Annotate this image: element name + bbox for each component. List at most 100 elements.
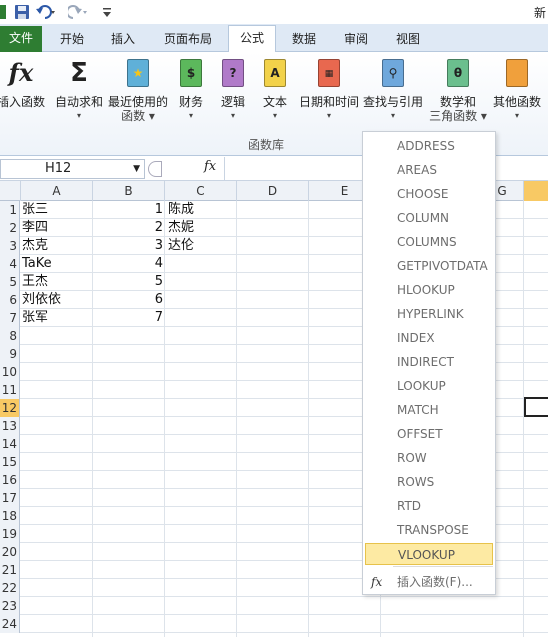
cell-b[interactable] bbox=[93, 579, 163, 597]
row-header[interactable]: 5 bbox=[0, 273, 20, 291]
row-header[interactable]: 20 bbox=[0, 543, 20, 561]
menu-item-columns[interactable]: COLUMNS bbox=[365, 231, 493, 253]
lookup-reference-button[interactable]: ⚲ 查找与引用 ▾ bbox=[362, 58, 424, 122]
active-cell-h12[interactable] bbox=[524, 397, 548, 417]
cell-a[interactable]: 王杰 bbox=[22, 273, 48, 291]
row-header[interactable]: 4 bbox=[0, 255, 20, 273]
cell-b[interactable] bbox=[93, 345, 163, 363]
menu-item-vlookup[interactable]: VLOOKUP bbox=[365, 543, 493, 565]
cell-b[interactable] bbox=[93, 453, 163, 471]
cell-a[interactable]: 张三 bbox=[22, 201, 48, 219]
cell-c[interactable]: 达伦 bbox=[168, 237, 194, 255]
row-header[interactable]: 12 bbox=[0, 399, 20, 417]
row-header[interactable]: 21 bbox=[0, 561, 20, 579]
customize-toolbar-icon[interactable] bbox=[102, 4, 112, 20]
menu-item-rows[interactable]: ROWS bbox=[365, 471, 493, 493]
row-header[interactable]: 10 bbox=[0, 363, 20, 381]
menu-item-hlookup[interactable]: HLOOKUP bbox=[365, 279, 493, 301]
cell-b[interactable] bbox=[93, 471, 163, 489]
row-header[interactable]: 3 bbox=[0, 237, 20, 255]
insert-function-fx-icon[interactable]: fx bbox=[204, 159, 216, 174]
row-header[interactable]: 11 bbox=[0, 381, 20, 399]
date-time-button[interactable]: ▦ 日期和时间 ▾ bbox=[298, 58, 360, 122]
name-box[interactable]: H12 ▼ bbox=[0, 159, 145, 179]
cell-c[interactable]: 杰妮 bbox=[168, 219, 194, 237]
menu-item-indirect[interactable]: INDIRECT bbox=[365, 351, 493, 373]
row-header[interactable]: 23 bbox=[0, 597, 20, 615]
cell-b[interactable] bbox=[93, 399, 163, 417]
column-header-h[interactable] bbox=[524, 181, 548, 201]
column-header-c[interactable]: C bbox=[165, 181, 237, 201]
menu-item-index[interactable]: INDEX bbox=[365, 327, 493, 349]
menu-item-match[interactable]: MATCH bbox=[365, 399, 493, 421]
cell-a[interactable]: 李四 bbox=[22, 219, 48, 237]
row-header[interactable]: 18 bbox=[0, 507, 20, 525]
save-icon[interactable] bbox=[14, 4, 30, 20]
cell-b[interactable]: 3 bbox=[93, 237, 163, 255]
undo-icon[interactable] bbox=[36, 4, 56, 20]
tab-page-layout[interactable]: 页面布局 bbox=[156, 27, 220, 52]
logical-button[interactable]: ? 逻辑 ▾ bbox=[216, 58, 250, 122]
cell-b[interactable] bbox=[93, 363, 163, 381]
cell-b[interactable] bbox=[93, 543, 163, 561]
menu-item-offset[interactable]: OFFSET bbox=[365, 423, 493, 445]
tab-review[interactable]: 审阅 bbox=[336, 27, 376, 52]
menu-item-lookup[interactable]: LOOKUP bbox=[365, 375, 493, 397]
row-header[interactable]: 9 bbox=[0, 345, 20, 363]
insert-function-menu-item[interactable]: fx 插入函数(F)... bbox=[365, 570, 493, 594]
menu-item-areas[interactable]: AREAS bbox=[365, 159, 493, 181]
menu-item-getpivotdata[interactable]: GETPIVOTDATA bbox=[365, 255, 493, 277]
cell-b[interactable] bbox=[93, 525, 163, 543]
name-box-dropdown-icon[interactable]: ▼ bbox=[133, 160, 140, 178]
row-header[interactable]: 2 bbox=[0, 219, 20, 237]
menu-item-transpose[interactable]: TRANSPOSE bbox=[365, 519, 493, 541]
cell-b[interactable] bbox=[93, 489, 163, 507]
cell-b[interactable]: 4 bbox=[93, 255, 163, 273]
cell-b[interactable]: 2 bbox=[93, 219, 163, 237]
tab-formulas[interactable]: 公式 bbox=[228, 25, 276, 53]
more-functions-button[interactable]: 其他函数 ▾ bbox=[490, 58, 544, 122]
cell-b[interactable] bbox=[93, 327, 163, 345]
menu-item-choose[interactable]: CHOOSE bbox=[365, 183, 493, 205]
column-header-b[interactable]: B bbox=[93, 181, 165, 201]
row-header[interactable]: 15 bbox=[0, 453, 20, 471]
cell-b[interactable] bbox=[93, 615, 163, 633]
cell-b[interactable]: 5 bbox=[93, 273, 163, 291]
math-trig-button[interactable]: θ 数学和 三角函数 ▾ bbox=[428, 58, 488, 122]
row-header[interactable]: 16 bbox=[0, 471, 20, 489]
cell-b[interactable]: 6 bbox=[93, 291, 163, 309]
autosum-button[interactable]: Σ 自动求和 ▾ bbox=[52, 58, 106, 122]
cell-b[interactable] bbox=[93, 561, 163, 579]
cell-c[interactable]: 陈成 bbox=[168, 201, 194, 219]
column-header-a[interactable]: A bbox=[21, 181, 93, 201]
menu-item-hyperlink[interactable]: HYPERLINK bbox=[365, 303, 493, 325]
cell-b[interactable] bbox=[93, 381, 163, 399]
tab-file[interactable]: 文件 bbox=[0, 26, 42, 52]
cell-a[interactable]: 张军 bbox=[22, 309, 48, 327]
row-header[interactable]: 8 bbox=[0, 327, 20, 345]
select-all-corner[interactable] bbox=[0, 181, 21, 201]
row-header[interactable]: 7 bbox=[0, 309, 20, 327]
row-header[interactable]: 24 bbox=[0, 615, 20, 633]
cell-a[interactable]: TaKe bbox=[22, 255, 52, 273]
cell-b[interactable] bbox=[93, 597, 163, 615]
text-button[interactable]: A 文本 ▾ bbox=[258, 58, 292, 122]
recently-used-button[interactable]: ★ 最近使用的 函数 ▾ bbox=[106, 58, 170, 122]
cell-b[interactable]: 7 bbox=[93, 309, 163, 327]
menu-item-address[interactable]: ADDRESS bbox=[365, 135, 493, 157]
menu-item-column[interactable]: COLUMN bbox=[365, 207, 493, 229]
tab-home[interactable]: 开始 bbox=[52, 27, 92, 52]
cell-b[interactable] bbox=[93, 417, 163, 435]
formula-bar-splitter[interactable] bbox=[148, 161, 162, 177]
cell-b[interactable] bbox=[93, 507, 163, 525]
tab-data[interactable]: 数据 bbox=[284, 27, 324, 52]
row-header[interactable]: 19 bbox=[0, 525, 20, 543]
row-header[interactable]: 13 bbox=[0, 417, 20, 435]
cell-b[interactable] bbox=[93, 435, 163, 453]
menu-item-row[interactable]: ROW bbox=[365, 447, 493, 469]
redo-icon[interactable] bbox=[68, 4, 88, 20]
row-header[interactable]: 6 bbox=[0, 291, 20, 309]
financial-button[interactable]: $ 财务 ▾ bbox=[174, 58, 208, 122]
cell-b[interactable]: 1 bbox=[93, 201, 163, 219]
column-header-d[interactable]: D bbox=[237, 181, 309, 201]
